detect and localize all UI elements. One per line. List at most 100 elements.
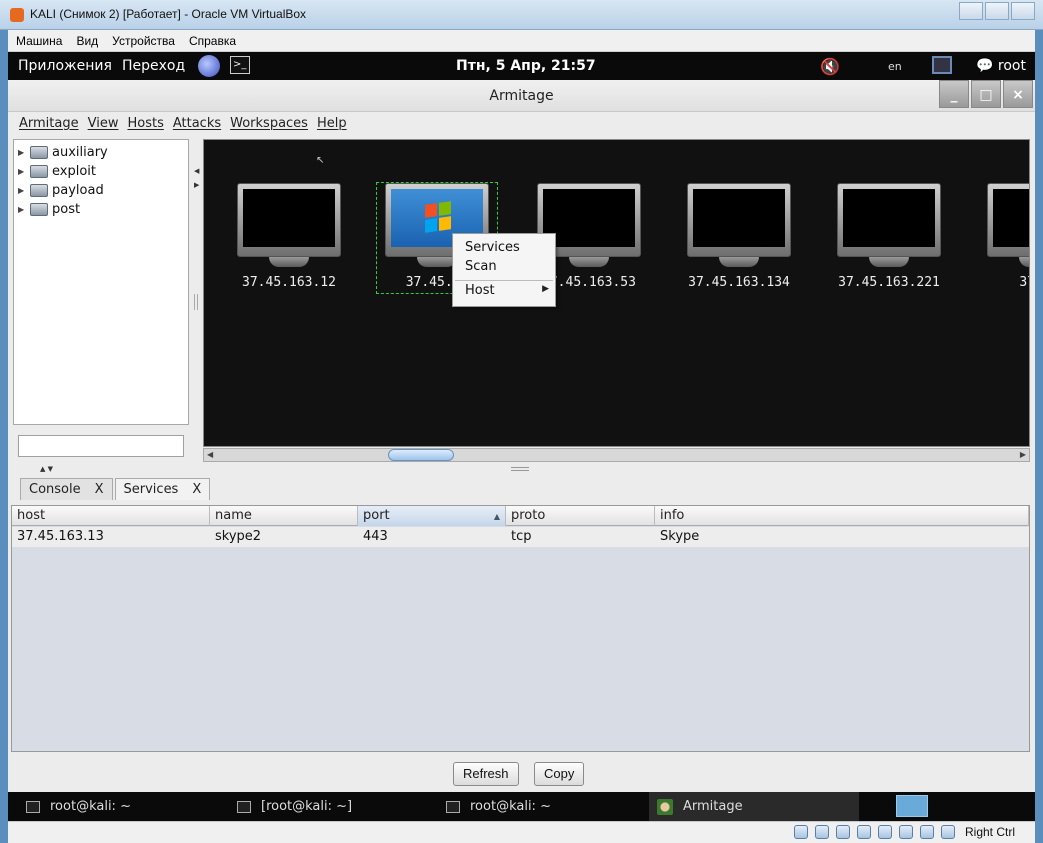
- taskbar-item-label: root@kali: ~: [470, 799, 551, 814]
- tree-item-exploit[interactable]: ▶ exploit: [18, 162, 96, 180]
- taskbar-item-label: [root@kali: ~]: [261, 799, 353, 814]
- vbox-menu-devices[interactable]: Устройства: [112, 34, 175, 48]
- network-icon[interactable]: [932, 56, 952, 74]
- tree-item-label: post: [52, 201, 81, 217]
- copy-button[interactable]: Copy: [534, 762, 585, 786]
- column-header-port[interactable]: port: [358, 506, 506, 526]
- menu-workspaces[interactable]: Workspaces: [230, 116, 308, 131]
- context-menu-services[interactable]: Services: [465, 239, 520, 257]
- tab-services[interactable]: Services X: [114, 478, 211, 500]
- expand-arrow-icon[interactable]: ▶: [18, 148, 28, 157]
- tree-item-label: auxiliary: [52, 144, 108, 160]
- terminal-icon: [237, 800, 251, 813]
- vbox-device-icons: [794, 825, 962, 839]
- table-header: host name port proto info: [12, 506, 1029, 526]
- expand-arrow-icon[interactable]: ▶: [18, 205, 28, 214]
- cell-proto: tcp: [511, 529, 532, 544]
- vbox-window-buttons: [957, 2, 1035, 20]
- applications-menu[interactable]: Приложения: [18, 58, 112, 74]
- column-header-host[interactable]: host: [12, 506, 210, 526]
- network-adapter-icon[interactable]: [857, 825, 871, 839]
- display-icon[interactable]: [899, 825, 913, 839]
- context-menu-scan[interactable]: Scan: [465, 258, 497, 276]
- collapse-arrows-icon[interactable]: ◀ ▶: [194, 164, 200, 192]
- vbox-menu-view[interactable]: Вид: [76, 34, 98, 48]
- menu-view[interactable]: View: [88, 116, 119, 131]
- table-row[interactable]: 37.45.163.13 skype2 443 tcp Skype: [12, 527, 1029, 547]
- armitage-window-buttons: _ □ ×: [937, 80, 1033, 108]
- host-37-45-163-12[interactable]: 37.45.163.12: [229, 183, 349, 293]
- vertical-split-handle[interactable]: [194, 294, 198, 310]
- keyboard-layout-indicator[interactable]: en: [888, 60, 902, 73]
- scrollbar-thumb[interactable]: [388, 449, 454, 461]
- host-37-45-163-221[interactable]: 37.45.163.221: [829, 183, 949, 293]
- vbox-close-button[interactable]: [1011, 2, 1035, 20]
- monitor-icon: [687, 183, 791, 257]
- column-header-name[interactable]: name: [210, 506, 358, 526]
- split-arrows-icon[interactable]: ▲ ▼: [40, 465, 53, 473]
- hard-disk-icon[interactable]: [794, 825, 808, 839]
- menu-hosts[interactable]: Hosts: [127, 116, 163, 131]
- armitage-minimize-button[interactable]: _: [939, 80, 969, 108]
- folder-icon: [30, 164, 48, 178]
- tab-label: Services: [123, 482, 179, 497]
- cell-name: skype2: [215, 529, 262, 544]
- host-ip-label: 37.45.163.12: [242, 275, 336, 290]
- tree-item-post[interactable]: ▶ post: [18, 200, 80, 218]
- menu-armitage[interactable]: Armitage: [19, 116, 79, 131]
- tab-close-button[interactable]: X: [192, 479, 201, 500]
- vbox-minimize-button[interactable]: [959, 2, 983, 20]
- context-menu-host[interactable]: Host: [465, 282, 495, 300]
- host-37-45-163-134[interactable]: 37.45.163.134: [679, 183, 799, 293]
- scroll-left-icon[interactable]: ◀: [207, 449, 213, 461]
- workspace-switcher[interactable]: [896, 795, 928, 817]
- web-browser-icon[interactable]: [198, 55, 220, 77]
- places-menu[interactable]: Переход: [122, 58, 185, 74]
- host-key-indicator: Right Ctrl: [965, 825, 1016, 839]
- expand-arrow-icon[interactable]: ▶: [18, 167, 28, 176]
- vbox-menu-machine[interactable]: Машина: [16, 34, 62, 48]
- usb-icon[interactable]: [836, 825, 850, 839]
- armitage-titlebar: Armitage _ □ ×: [8, 80, 1035, 112]
- terminal-icon: [26, 800, 40, 813]
- optical-drive-icon[interactable]: [815, 825, 829, 839]
- taskbar-item-terminal-3[interactable]: root@kali: ~: [446, 792, 646, 821]
- armitage-maximize-button[interactable]: □: [971, 80, 1001, 108]
- vbox-maximize-button[interactable]: [985, 2, 1009, 20]
- targets-canvas[interactable]: 37.45.163.12 37.45.16 37.45.163.53 37.45…: [203, 139, 1030, 447]
- column-header-info[interactable]: info: [655, 506, 1029, 526]
- expand-arrow-icon[interactable]: ▶: [18, 186, 28, 195]
- terminal-icon[interactable]: >_: [230, 56, 250, 74]
- module-search-input[interactable]: [18, 435, 184, 457]
- user-menu[interactable]: 💬 root: [976, 58, 1026, 74]
- bottom-tabs: Console X Services X: [20, 478, 212, 500]
- refresh-button[interactable]: Refresh: [453, 762, 519, 786]
- horizontal-split-handle[interactable]: [511, 467, 529, 471]
- kali-top-panel: Приложения Переход >_ Птн, 5 Апр, 21:57 …: [8, 52, 1035, 80]
- host-ip-label: 37.45: [1019, 275, 1029, 290]
- column-header-proto[interactable]: proto: [506, 506, 655, 526]
- host-ip-label: 37.45.163.221: [838, 275, 940, 290]
- taskbar-item-armitage[interactable]: Armitage: [649, 792, 859, 821]
- canvas-horizontal-scrollbar[interactable]: ◀ ▶: [203, 448, 1030, 462]
- tab-console[interactable]: Console X: [20, 478, 113, 500]
- vbox-menu-help[interactable]: Справка: [189, 34, 236, 48]
- volume-muted-icon[interactable]: 🔇: [820, 57, 840, 76]
- mouse-pointer-icon: ↖: [316, 155, 325, 166]
- scroll-right-icon[interactable]: ▶: [1020, 449, 1026, 461]
- menu-help[interactable]: Help: [317, 116, 347, 131]
- tree-item-auxiliary[interactable]: ▶ auxiliary: [18, 143, 108, 161]
- shared-folder-icon[interactable]: [878, 825, 892, 839]
- taskbar-item-terminal-1[interactable]: root@kali: ~: [26, 792, 226, 821]
- mouse-integration-icon[interactable]: [941, 825, 955, 839]
- tree-item-payload[interactable]: ▶ payload: [18, 181, 104, 199]
- module-tree: ▶ auxiliary ▶ exploit ▶ payload ▶ post: [13, 139, 189, 425]
- taskbar-item-terminal-2[interactable]: [root@kali: ~]: [237, 792, 437, 821]
- armitage-close-button[interactable]: ×: [1003, 80, 1033, 108]
- recording-icon[interactable]: [920, 825, 934, 839]
- tree-item-label: payload: [52, 182, 104, 198]
- menu-attacks[interactable]: Attacks: [173, 116, 221, 131]
- host-37-45-partial[interactable]: 37.45: [979, 183, 1029, 293]
- tab-close-button[interactable]: X: [95, 479, 104, 500]
- panel-clock[interactable]: Птн, 5 Апр, 21:57: [456, 58, 596, 74]
